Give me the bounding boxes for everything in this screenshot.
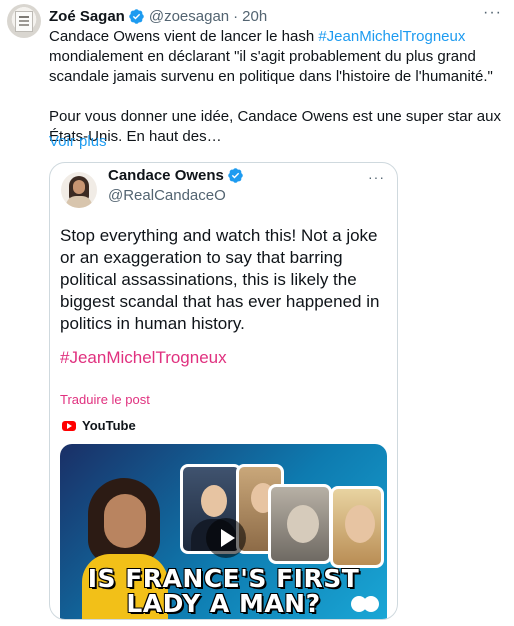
play-icon[interactable] [206, 518, 246, 558]
tweet-text-suffix: mondialement en déclarant "il s'agit pro… [49, 48, 493, 85]
quoted-tweet[interactable]: Candace Owens @RealCandaceO ··· Stop eve… [49, 162, 398, 620]
more-options-icon[interactable]: ··· [368, 169, 385, 185]
video-source-row: YouTube [62, 418, 136, 433]
show-more-link[interactable]: Voir plus [49, 133, 107, 150]
separator-dot: · [233, 7, 239, 25]
channel-logo-icon [351, 596, 379, 614]
quote-author-handle[interactable]: @RealCandaceO [108, 187, 226, 204]
tweet-paragraph-2: Pour vous donner une idée, Candace Owens… [49, 108, 501, 145]
translate-post-link[interactable]: Traduire le post [60, 392, 150, 407]
verified-badge-icon [129, 8, 144, 24]
avatar-image [15, 11, 33, 32]
thumbnail-photo [330, 486, 384, 568]
tweet-text-prefix: Candace Owens vient de lancer le hash [49, 28, 319, 45]
quote-author-name[interactable]: Candace Owens [108, 167, 224, 184]
tweet-text: Candace Owens vient de lancer le hash #J… [49, 27, 509, 147]
author-handle[interactable]: @zoesagan [149, 8, 229, 25]
quote-author-name-row: Candace Owens [108, 167, 244, 184]
video-source-label: YouTube [82, 418, 136, 433]
author-avatar[interactable] [7, 4, 41, 38]
youtube-icon [62, 420, 76, 431]
hashtag-link[interactable]: #JeanMichelTrogneux [318, 28, 465, 45]
timestamp[interactable]: 20h [242, 8, 267, 25]
quote-text: Stop everything and watch this! Not a jo… [60, 226, 380, 333]
more-options-icon[interactable]: ··· [483, 4, 502, 22]
tweet[interactable]: Zoé Sagan @zoesagan · 20h ··· Candace Ow… [0, 0, 514, 626]
video-thumbnail[interactable]: IS FRANCE'S FIRST LADY A MAN? [60, 444, 387, 619]
quote-hashtag-link[interactable]: #JeanMichelTrogneux [60, 348, 227, 368]
video-headline-line-1: IS FRANCE'S FIRST [87, 564, 360, 593]
author-name[interactable]: Zoé Sagan [49, 8, 125, 25]
tweet-header: Zoé Sagan @zoesagan · 20h ··· [49, 4, 502, 26]
video-headline-line-2: LADY A MAN? [126, 589, 321, 618]
tweet-paragraph-1: Candace Owens vient de lancer le hash #J… [49, 27, 509, 87]
verified-badge-icon [228, 168, 243, 183]
thumbnail-photo [268, 484, 332, 564]
quote-author-avatar[interactable] [61, 172, 97, 208]
video-headline: IS FRANCE'S FIRST LADY A MAN? [60, 566, 387, 616]
